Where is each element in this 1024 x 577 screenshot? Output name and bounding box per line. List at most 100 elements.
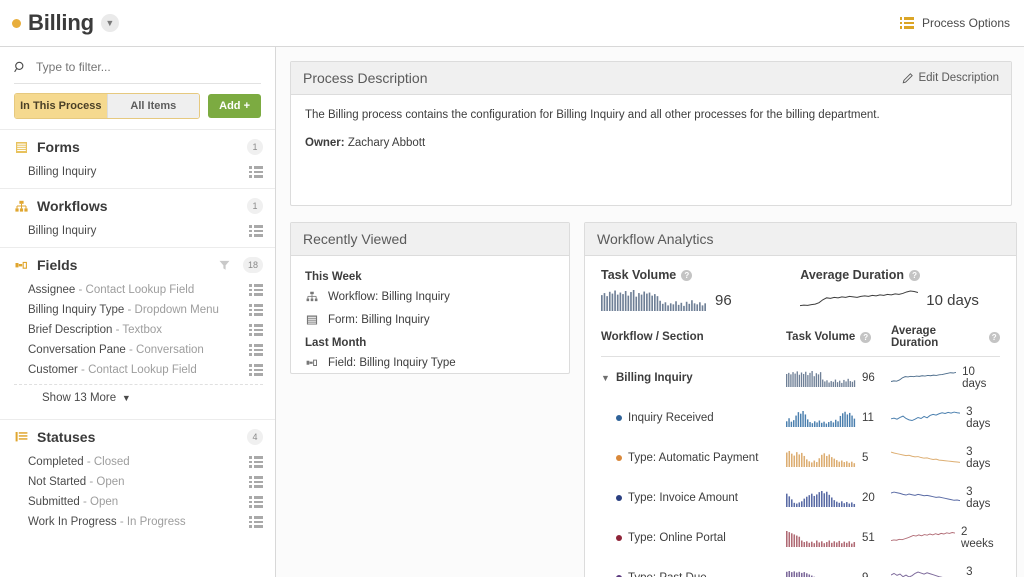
- row-duration-cell: 3 days: [891, 486, 1000, 510]
- row-actions-icon[interactable]: [249, 456, 263, 468]
- table-row[interactable]: Type: Online Portal 51 2 weeks: [601, 517, 1000, 557]
- sidebar-item-field-brief-description[interactable]: Brief Description - Textbox: [0, 320, 275, 340]
- col-header-average-duration: Average Duration ?: [891, 325, 1000, 349]
- workflow-analytics-column: Workflow Analytics Task Volume ?: [584, 222, 1017, 577]
- edit-description-label: Edit Description: [918, 72, 999, 84]
- sidebar-item-field-customer[interactable]: Customer - Contact Lookup Field: [0, 360, 275, 380]
- item-label: Submitted - Open: [28, 496, 118, 508]
- table-row[interactable]: Type: Invoice Amount 20 3 days: [601, 477, 1000, 517]
- statuses-icon: [14, 430, 29, 445]
- series-color-dot: [616, 535, 622, 541]
- row-volume-cell: 5: [786, 450, 891, 467]
- recently-viewed-header: Recently Viewed: [291, 223, 569, 256]
- row-label: Inquiry Received: [628, 412, 714, 424]
- section-count: 18: [243, 257, 263, 273]
- kpi-label: Task Volume: [601, 268, 676, 282]
- help-icon[interactable]: ?: [909, 270, 920, 281]
- show-more-fields-button[interactable]: Show 13 More ▼: [14, 384, 263, 413]
- row-name-cell: Type: Online Portal: [601, 532, 786, 544]
- sidebar: In This Process All Items Add + Forms: [0, 47, 276, 577]
- section-header-statuses[interactable]: Statuses 4: [0, 420, 275, 452]
- table-header-row: Workflow / Section Task Volume ? Average…: [601, 325, 1000, 357]
- list-options-icon: [900, 17, 914, 29]
- sidebar-item-field-billing-inquiry-type[interactable]: Billing Inquiry Type - Dropdown Menu: [0, 300, 275, 320]
- card-title: Workflow Analytics: [597, 231, 713, 247]
- row-volume-cell: 11: [786, 410, 891, 427]
- row-actions-icon[interactable]: [249, 225, 263, 237]
- item-label: Completed - Closed: [28, 456, 130, 468]
- sidebar-item-status-work-in-progress[interactable]: Work In Progress - In Progress: [0, 512, 275, 532]
- add-button[interactable]: Add +: [208, 94, 261, 118]
- show-more-label: Show 13 More: [42, 392, 116, 404]
- item-label: Conversation Pane - Conversation: [28, 344, 204, 356]
- item-label: Billing Inquiry: [28, 166, 96, 178]
- row-actions-icon[interactable]: [249, 496, 263, 508]
- section-header-fields[interactable]: Fields 18: [0, 248, 275, 280]
- description-text: The Billing process contains the configu…: [305, 107, 997, 124]
- table-row[interactable]: Inquiry Received 11 3 days: [601, 397, 1000, 437]
- chevron-down-icon[interactable]: ▼: [601, 373, 610, 383]
- table-row[interactable]: ▼ Billing Inquiry 96 10 days: [601, 357, 1000, 397]
- lower-row: Recently Viewed This Week: [290, 222, 1012, 577]
- row-actions-icon[interactable]: [249, 364, 263, 376]
- section-header-workflows[interactable]: Workflows 1: [0, 189, 275, 221]
- row-actions-icon[interactable]: [249, 166, 263, 178]
- process-options-button[interactable]: Process Options: [900, 16, 1010, 30]
- field-icon: [305, 358, 319, 368]
- sidebar-item-billing-inquiry-workflow[interactable]: Billing Inquiry: [0, 221, 275, 241]
- help-icon[interactable]: ?: [989, 332, 1000, 343]
- row-duration-value: 3 days: [966, 406, 999, 430]
- analytics-table: Workflow / Section Task Volume ? Average…: [601, 325, 1000, 577]
- row-volume-value: 9: [862, 572, 868, 577]
- segment-in-this-process[interactable]: In This Process: [15, 94, 107, 118]
- sidebar-item-field-assignee[interactable]: Assignee - Contact Lookup Field: [0, 280, 275, 300]
- workflow-analytics-header: Workflow Analytics: [585, 223, 1016, 256]
- help-icon[interactable]: ?: [681, 270, 692, 281]
- row-sparkbar: [786, 410, 856, 427]
- segment-row: In This Process All Items Add +: [0, 84, 275, 129]
- help-icon[interactable]: ?: [860, 332, 871, 343]
- row-label: Type: Past Due: [628, 572, 707, 577]
- rv-item-form-billing-inquiry[interactable]: Form: Billing Inquiry: [305, 314, 555, 326]
- row-actions-icon[interactable]: [249, 324, 263, 336]
- row-volume-value: 96: [862, 372, 875, 384]
- filter-funnel-icon[interactable]: [219, 260, 230, 271]
- sidebar-item-status-not-started[interactable]: Not Started - Open: [0, 472, 275, 492]
- workflow-analytics-body: Task Volume ? 96 Average Dura: [585, 256, 1016, 577]
- section-header-forms[interactable]: Forms 1: [0, 130, 275, 162]
- owner-line: Owner: Zachary Abbott: [305, 137, 997, 149]
- table-row[interactable]: Type: Automatic Payment 5 3 days: [601, 437, 1000, 477]
- segment-all-items[interactable]: All Items: [107, 94, 200, 118]
- status-dot-icon: [12, 19, 21, 28]
- search-input[interactable]: [34, 59, 261, 75]
- row-name-cell: Type: Invoice Amount: [601, 492, 786, 504]
- forms-icon: [305, 314, 319, 326]
- row-label: Type: Online Portal: [628, 532, 726, 544]
- col-header-task-volume: Task Volume ?: [786, 325, 891, 349]
- item-label: Assignee - Contact Lookup Field: [28, 284, 194, 296]
- row-actions-icon[interactable]: [249, 476, 263, 488]
- sidebar-item-field-conversation-pane[interactable]: Conversation Pane - Conversation: [0, 340, 275, 360]
- item-label: Brief Description - Textbox: [28, 324, 162, 336]
- card-title: Process Description: [303, 70, 428, 86]
- chevron-down-icon[interactable]: ▼: [101, 14, 119, 32]
- row-actions-icon[interactable]: [249, 516, 263, 528]
- section-title: Workflows: [37, 198, 239, 214]
- rv-item-field-billing-inquiry-type[interactable]: Field: Billing Inquiry Type: [305, 357, 555, 369]
- sidebar-item-status-completed[interactable]: Completed - Closed: [0, 452, 275, 472]
- row-name-cell: Type: Past Due: [601, 572, 786, 577]
- rv-item-label: Workflow: Billing Inquiry: [328, 291, 450, 303]
- sidebar-item-status-submitted[interactable]: Submitted - Open: [0, 492, 275, 512]
- table-row[interactable]: Type: Past Due 9 3 days: [601, 557, 1000, 577]
- row-name-cell: ▼ Billing Inquiry: [601, 372, 786, 384]
- series-color-dot: [616, 415, 622, 421]
- row-actions-icon[interactable]: [249, 284, 263, 296]
- sidebar-item-billing-inquiry-form[interactable]: Billing Inquiry: [0, 162, 275, 182]
- edit-description-button[interactable]: Edit Description: [902, 72, 999, 84]
- row-actions-icon[interactable]: [249, 344, 263, 356]
- workflow-icon: [14, 199, 29, 214]
- row-duration-value: 3 days: [966, 446, 999, 470]
- rv-item-workflow-billing-inquiry[interactable]: Workflow: Billing Inquiry: [305, 291, 555, 303]
- row-actions-icon[interactable]: [249, 304, 263, 316]
- row-volume-value: 20: [862, 492, 875, 504]
